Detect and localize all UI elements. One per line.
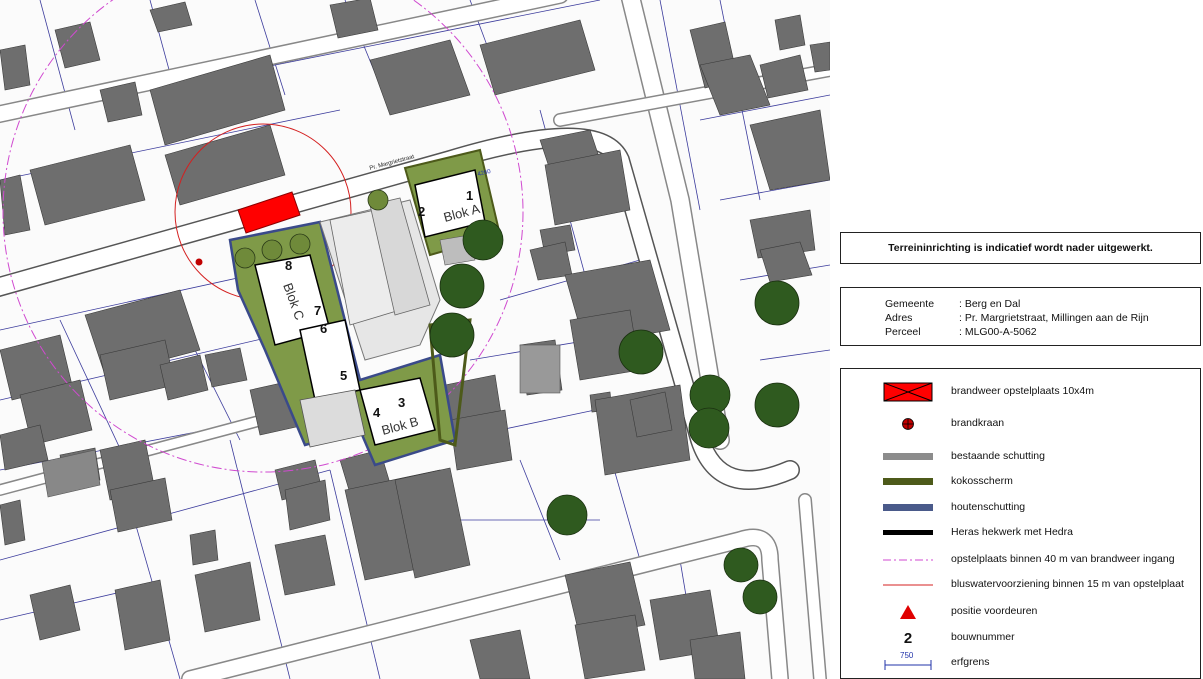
- info-row-gemeente: Gemeente : Berg en Dal: [885, 297, 1200, 311]
- info-label: Perceel: [885, 326, 921, 338]
- hydrant-marker: [195, 258, 203, 266]
- legend-label: bestaande schutting: [951, 450, 1045, 462]
- legend-item-boundary: 750 erfgrens: [841, 651, 1200, 673]
- legend-item-coconut-screen: kokosscherm: [841, 472, 1200, 492]
- info-row-adres: Adres : Pr. Margrietstraat, Millingen aa…: [885, 311, 1200, 325]
- site-plan-map: Pr. Margrietstraat 4260 Blok A Blok B Bl…: [0, 0, 830, 679]
- legend-item-existing-fence: bestaande schutting: [841, 447, 1200, 467]
- legend-item-heras-fence: Heras hekwerk met Hedra: [841, 523, 1200, 543]
- lot-number: 4: [373, 405, 381, 420]
- site-plan-drawing: Pr. Margrietstraat 4260 Blok A Blok B Bl…: [0, 0, 830, 679]
- legend-label: positie voordeuren: [951, 605, 1038, 617]
- lot-number: 3: [398, 395, 405, 410]
- info-box: Gemeente : Berg en Dal Adres : Pr. Margr…: [840, 287, 1201, 346]
- legend-number-sample: 2: [903, 629, 913, 647]
- triangle-icon: [881, 602, 935, 622]
- red-line-icon: [881, 575, 935, 595]
- number-icon: 2: [881, 628, 935, 648]
- legend-label: kokosscherm: [951, 475, 1013, 487]
- black-line-icon: [881, 523, 935, 543]
- legend-item-front-door: positie voordeuren: [841, 602, 1200, 622]
- grey-line-icon: [881, 447, 935, 467]
- legend-box: brandweer opstelplaats 10x4m brandkraan …: [840, 368, 1201, 679]
- blue-line-icon: [881, 498, 935, 518]
- legend-label: Heras hekwerk met Hedra: [951, 526, 1073, 538]
- info-row-perceel: Perceel : MLG00-A-5062: [885, 325, 1200, 339]
- legend-label: bluswatervoorziening binnen 15 m van ops…: [951, 578, 1184, 590]
- legend-label: brandkraan: [951, 417, 1005, 429]
- lot-number: 8: [285, 258, 292, 273]
- legend-label: bouwnummer: [951, 631, 1015, 643]
- legend-item-lot-number: 2 bouwnummer: [841, 628, 1200, 648]
- info-label: Gemeente: [885, 298, 935, 310]
- lot-number: 6: [320, 321, 327, 336]
- legend-item-hydrant: brandkraan: [841, 414, 1200, 434]
- note-box: Terreininrichting is indicatief wordt na…: [840, 232, 1201, 264]
- dashdot-line-icon: [881, 550, 935, 570]
- legend-label: houtenschutting: [951, 501, 1026, 513]
- legend-label: opstelplaats binnen 40 m van brandweer i…: [951, 553, 1175, 565]
- dimension-line-icon: 750: [881, 651, 935, 673]
- olive-line-icon: [881, 472, 935, 492]
- legend-item-wood-fence: houtenschutting: [841, 498, 1200, 518]
- info-label: Adres: [885, 312, 913, 324]
- legend-item-40m-zone: opstelplaats binnen 40 m van brandweer i…: [841, 550, 1200, 570]
- legend-label: brandweer opstelplaats 10x4m: [951, 385, 1095, 397]
- red-box-icon: [881, 382, 935, 402]
- hydrant-icon: [881, 414, 935, 434]
- legend-item-fire-zone: brandweer opstelplaats 10x4m: [841, 382, 1200, 402]
- info-value: : MLG00-A-5062: [959, 326, 1037, 338]
- info-value: : Pr. Margrietstraat, Millingen aan de R…: [959, 312, 1149, 324]
- legend-item-15m-zone: bluswatervoorziening binnen 15 m van ops…: [841, 575, 1200, 595]
- lot-number: 1: [466, 188, 473, 203]
- lot-number: 2: [418, 204, 425, 219]
- lot-number: 5: [340, 368, 347, 383]
- note-text: Terreininrichting is indicatief wordt na…: [888, 242, 1153, 254]
- info-value: : Berg en Dal: [959, 298, 1021, 310]
- lot-number: 7: [314, 303, 321, 318]
- legend-label: erfgrens: [951, 656, 990, 668]
- legend-dimension-value: 750: [900, 651, 914, 660]
